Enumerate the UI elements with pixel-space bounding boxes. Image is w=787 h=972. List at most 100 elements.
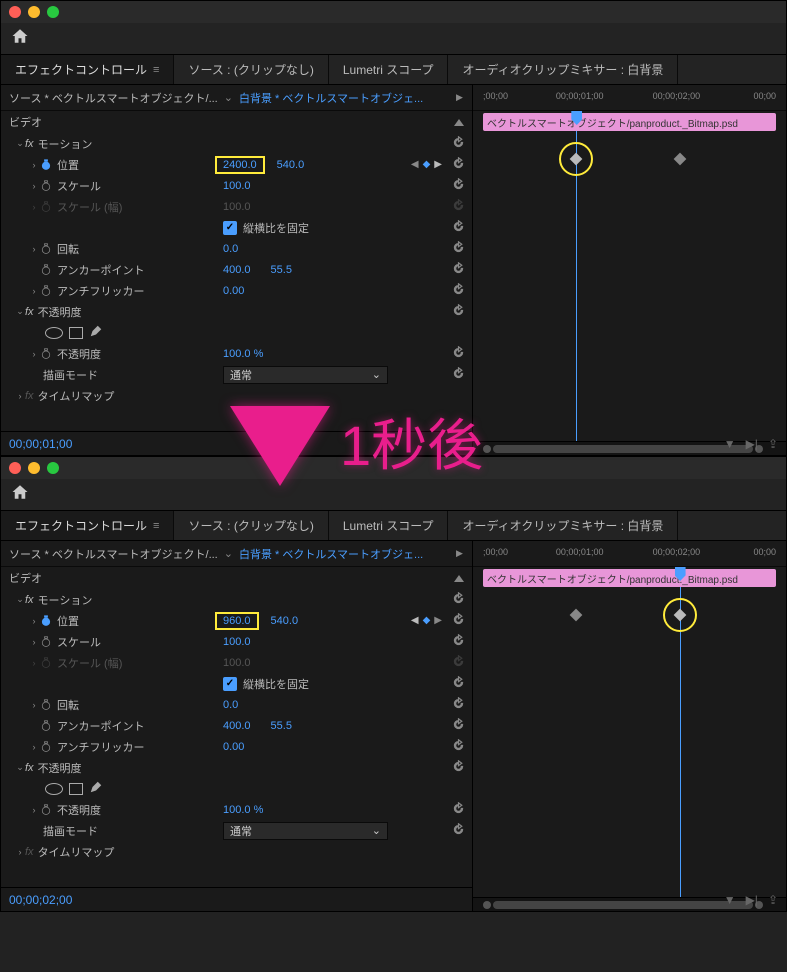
- reset-icon[interactable]: [452, 613, 465, 629]
- pen-mask-icon[interactable]: [89, 780, 103, 797]
- reset-icon[interactable]: [452, 823, 465, 839]
- chevron-down-icon[interactable]: ⌄: [224, 547, 233, 560]
- step-icon[interactable]: ▶|: [746, 893, 758, 907]
- export-icon[interactable]: ⇪: [768, 893, 778, 907]
- tab-source[interactable]: ソース : (クリップなし): [174, 55, 328, 84]
- position-y-value[interactable]: 540.0: [277, 159, 305, 171]
- keyframe-icon[interactable]: [570, 609, 583, 622]
- minimize-button[interactable]: [28, 6, 40, 18]
- reset-icon[interactable]: [452, 262, 465, 278]
- timeline-body[interactable]: [473, 131, 786, 441]
- blend-mode-dropdown[interactable]: 通常⌄: [223, 822, 388, 840]
- time-ruler[interactable]: ;00;00 00;00;01;00 00;00;02;00 00;00: [473, 541, 786, 567]
- step-icon[interactable]: ▶|: [746, 437, 758, 451]
- timeline-body[interactable]: [473, 587, 786, 897]
- antiflicker-row[interactable]: › アンチフリッカー 0.00: [1, 280, 472, 301]
- position-x-value[interactable]: 960.0: [215, 612, 259, 630]
- stopwatch-icon[interactable]: [39, 242, 53, 256]
- clip-bar[interactable]: ベクトルスマートオブジェクト/panproduct._Bitmap.psd: [483, 569, 776, 587]
- tab-effect-controls[interactable]: エフェクトコントロール≡: [1, 511, 174, 540]
- rotation-row[interactable]: › 回転 0.0: [1, 694, 472, 715]
- stopwatch-icon[interactable]: [39, 740, 53, 754]
- anchor-row[interactable]: › アンカーポイント 400.055.5: [1, 715, 472, 736]
- stopwatch-icon[interactable]: [39, 158, 53, 172]
- reset-icon[interactable]: [452, 178, 465, 194]
- reset-icon[interactable]: [452, 346, 465, 362]
- lock-aspect-row[interactable]: ✓ 縦横比を固定: [1, 673, 472, 694]
- blend-mode-dropdown[interactable]: 通常⌄: [223, 366, 388, 384]
- keyframe-nav[interactable]: ◀◆▶: [411, 615, 442, 626]
- reset-icon[interactable]: [452, 367, 465, 383]
- tab-lumetri[interactable]: Lumetri スコープ: [329, 55, 449, 84]
- lock-aspect-row[interactable]: ✓ 縦横比を固定: [1, 217, 472, 238]
- anchor-x-value[interactable]: 400.0: [223, 264, 251, 276]
- collapse-icon[interactable]: [454, 119, 464, 126]
- chevron-down-icon[interactable]: ⌄: [224, 91, 233, 104]
- scale-row[interactable]: › スケール 100.0: [1, 631, 472, 652]
- antiflicker-value[interactable]: 0.00: [223, 741, 244, 753]
- anchor-y-value[interactable]: 55.5: [271, 264, 292, 276]
- tab-audio-mixer[interactable]: オーディオクリップミキサー : 白背景: [448, 511, 678, 540]
- reset-icon[interactable]: [452, 676, 465, 692]
- reset-icon[interactable]: [452, 241, 465, 257]
- keyframe-icon[interactable]: [673, 153, 686, 166]
- stopwatch-icon[interactable]: [39, 614, 53, 628]
- rotation-value[interactable]: 0.0: [223, 243, 238, 255]
- minimize-button[interactable]: [28, 462, 40, 474]
- play-icon[interactable]: ▶: [456, 92, 464, 103]
- panel-menu-icon[interactable]: ≡: [153, 64, 159, 76]
- reset-icon[interactable]: [452, 634, 465, 650]
- antiflicker-value[interactable]: 0.00: [223, 285, 244, 297]
- tab-effect-controls[interactable]: エフェクトコントロール≡: [1, 55, 174, 84]
- anchor-x-value[interactable]: 400.0: [223, 720, 251, 732]
- stopwatch-icon[interactable]: [39, 263, 53, 277]
- reset-icon[interactable]: [452, 697, 465, 713]
- opacity-value[interactable]: 100.0 %: [223, 804, 263, 816]
- tab-source[interactable]: ソース : (クリップなし): [174, 511, 328, 540]
- anchor-row[interactable]: › アンカーポイント 400.055.5: [1, 259, 472, 280]
- position-x-value[interactable]: 2400.0: [215, 156, 265, 174]
- close-button[interactable]: [9, 6, 21, 18]
- home-icon[interactable]: [11, 27, 29, 50]
- stopwatch-icon[interactable]: [39, 284, 53, 298]
- maximize-button[interactable]: [47, 462, 59, 474]
- rotation-row[interactable]: › 回転 0.0: [1, 238, 472, 259]
- antiflicker-row[interactable]: › アンチフリッカー 0.00: [1, 736, 472, 757]
- opacity-value[interactable]: 100.0 %: [223, 348, 263, 360]
- keyframe-icon[interactable]: [673, 609, 686, 622]
- reset-icon[interactable]: [452, 157, 465, 173]
- reset-icon[interactable]: [452, 304, 465, 320]
- stopwatch-icon[interactable]: [39, 347, 53, 361]
- opacity-value-row[interactable]: › 不透明度 100.0 %: [1, 799, 472, 820]
- rotation-value[interactable]: 0.0: [223, 699, 238, 711]
- reset-icon[interactable]: [452, 283, 465, 299]
- ellipse-mask-icon[interactable]: [45, 783, 63, 795]
- motion-row[interactable]: ⌄ fx モーション: [1, 589, 472, 610]
- reset-icon[interactable]: [452, 220, 465, 236]
- keyframe-icon[interactable]: [570, 153, 583, 166]
- export-icon[interactable]: ⇪: [768, 437, 778, 451]
- pen-mask-icon[interactable]: [89, 324, 103, 341]
- stopwatch-icon[interactable]: [39, 803, 53, 817]
- opacity-section-row[interactable]: ⌄ fx 不透明度: [1, 757, 472, 778]
- stopwatch-icon[interactable]: [39, 698, 53, 712]
- reset-icon[interactable]: [452, 136, 465, 152]
- panel-menu-icon[interactable]: ≡: [153, 520, 159, 532]
- home-icon[interactable]: [11, 483, 29, 506]
- blend-mode-row[interactable]: 描画モード 通常⌄: [1, 364, 472, 385]
- position-row[interactable]: › 位置 960.0 540.0 ◀◆▶: [1, 610, 472, 631]
- stopwatch-icon[interactable]: [39, 719, 53, 733]
- filter-icon[interactable]: ▼: [724, 437, 736, 451]
- stopwatch-icon[interactable]: [39, 635, 53, 649]
- position-row[interactable]: › 位置 2400.0 540.0 ◀◆▶: [1, 154, 472, 175]
- maximize-button[interactable]: [47, 6, 59, 18]
- reset-icon[interactable]: [452, 739, 465, 755]
- scale-row[interactable]: › スケール 100.0: [1, 175, 472, 196]
- lock-aspect-checkbox[interactable]: ✓: [223, 677, 237, 691]
- play-icon[interactable]: ▶: [456, 548, 464, 559]
- filter-icon[interactable]: ▼: [724, 893, 736, 907]
- ellipse-mask-icon[interactable]: [45, 327, 63, 339]
- opacity-section-row[interactable]: ⌄ fx 不透明度: [1, 301, 472, 322]
- reset-icon[interactable]: [452, 760, 465, 776]
- keyframe-nav[interactable]: ◀◆▶: [411, 159, 442, 170]
